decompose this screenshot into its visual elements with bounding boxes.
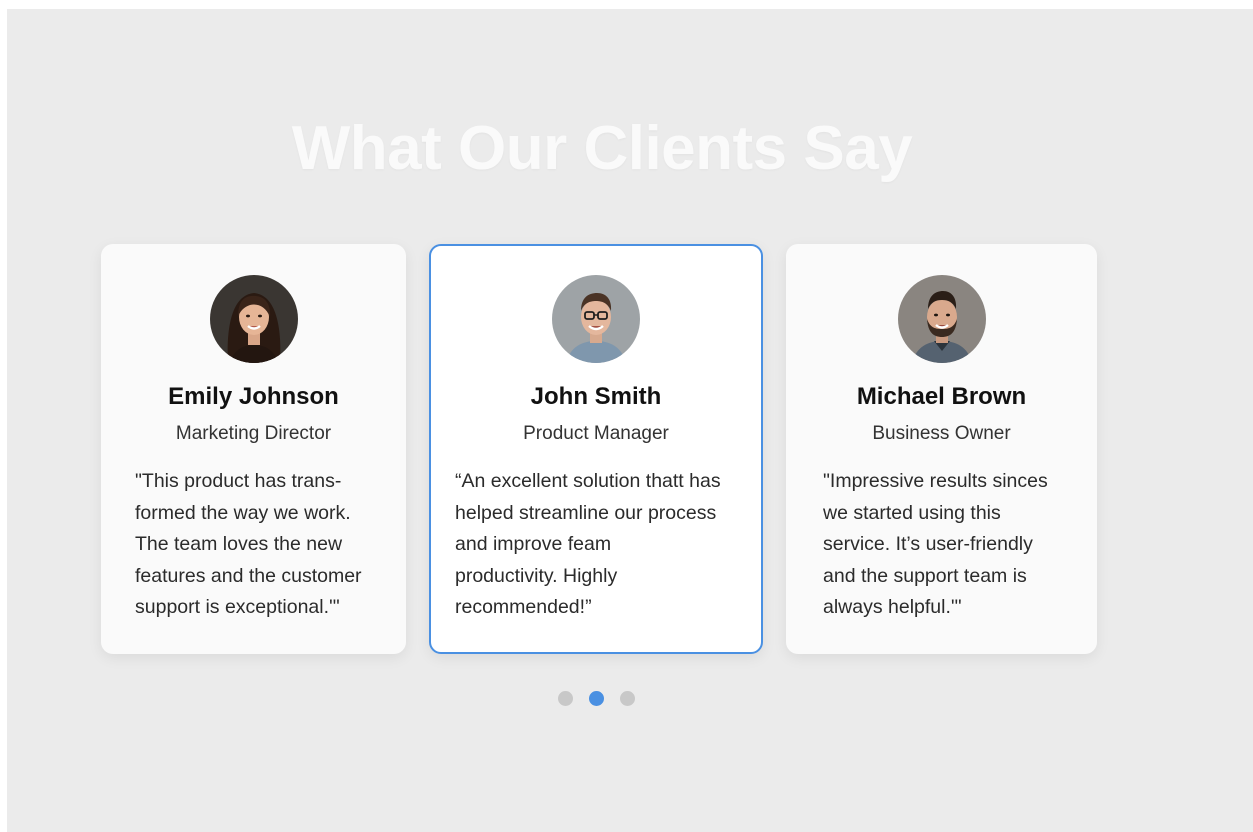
client-name: Emily Johnson <box>168 383 339 410</box>
avatar <box>209 275 298 363</box>
testimonial-quote: “An excellent solution thatt has helped … <box>455 470 721 618</box>
man-beard-portrait-icon <box>897 275 986 363</box>
client-role: Business Owner <box>872 423 1011 444</box>
man-glasses-portrait-icon <box>552 275 640 363</box>
client-name: Michael Brown <box>856 383 1027 410</box>
woman-portrait-icon <box>209 275 298 363</box>
testimonial-card-john-smith[interactable]: John Smith Product Manager “An excellent… <box>429 244 763 654</box>
client-role: Product Manager <box>523 423 669 444</box>
client-name: John Smith <box>530 383 662 410</box>
client-role: Marketing Director <box>175 423 332 444</box>
testimonial-quote: "This product has trans- formed the way … <box>135 470 362 618</box>
pagination-dot-1[interactable] <box>558 691 573 706</box>
avatar <box>897 275 986 363</box>
testimonial-card-emily-johnson[interactable]: Emily Johnson Marketing Director "This p… <box>101 244 406 654</box>
testimonial-card-michael-brown[interactable]: Michael Brown Business Owner "Impressive… <box>786 244 1097 654</box>
section-title: What Our Clients Say <box>291 114 913 183</box>
testimonial-quote: "Impressive results sinces we started us… <box>823 470 1048 618</box>
pagination-dot-2[interactable] <box>589 691 604 706</box>
carousel-pagination <box>558 691 635 706</box>
testimonials-section: What Our Clients Say Emily Johnson Marke… <box>7 9 1253 832</box>
pagination-dot-3[interactable] <box>620 691 635 706</box>
avatar <box>552 275 640 363</box>
